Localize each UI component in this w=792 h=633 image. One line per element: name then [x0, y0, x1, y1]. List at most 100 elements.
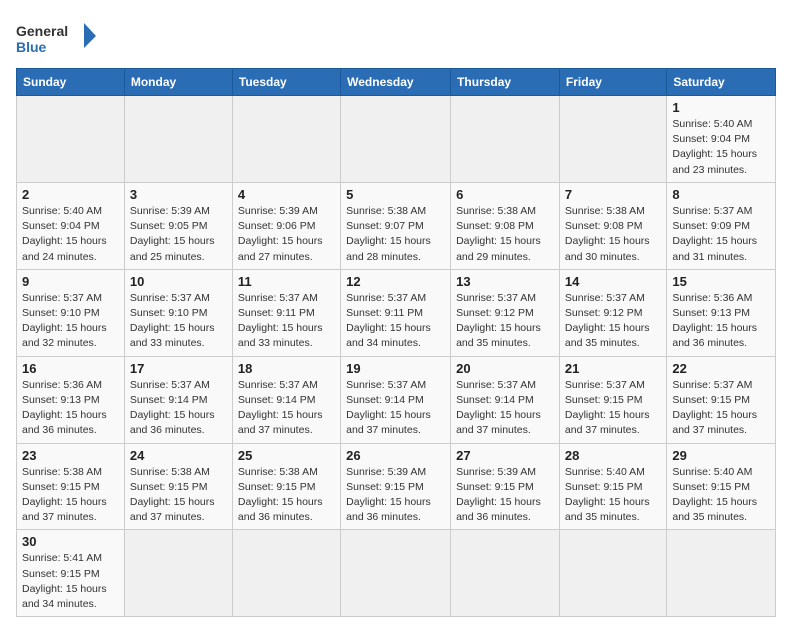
calendar-cell — [559, 530, 666, 617]
svg-text:Blue: Blue — [16, 39, 47, 55]
day-number: 23 — [22, 448, 119, 463]
calendar-cell: 7 Sunrise: 5:38 AM Sunset: 9:08 PM Daylig… — [559, 182, 666, 269]
day-info: Sunrise: 5:37 AM Sunset: 9:15 PM Dayligh… — [672, 378, 770, 439]
calendar-cell: 1 Sunrise: 5:40 AM Sunset: 9:04 PM Daylig… — [667, 96, 776, 183]
day-info: Sunrise: 5:37 AM Sunset: 9:12 PM Dayligh… — [565, 291, 661, 352]
day-info: Sunrise: 5:40 AM Sunset: 9:04 PM Dayligh… — [672, 117, 770, 178]
day-number: 3 — [130, 187, 227, 202]
day-info: Sunrise: 5:37 AM Sunset: 9:10 PM Dayligh… — [130, 291, 227, 352]
calendar-cell: 5 Sunrise: 5:38 AM Sunset: 9:07 PM Daylig… — [341, 182, 451, 269]
calendar-cell: 16Sunrise: 5:36 AM Sunset: 9:13 PM Dayli… — [17, 356, 125, 443]
day-info: Sunrise: 5:40 AM Sunset: 9:15 PM Dayligh… — [565, 465, 661, 526]
day-info: Sunrise: 5:37 AM Sunset: 9:09 PM Dayligh… — [672, 204, 770, 265]
day-info: Sunrise: 5:40 AM Sunset: 9:15 PM Dayligh… — [672, 465, 770, 526]
day-number: 26 — [346, 448, 445, 463]
day-info: Sunrise: 5:37 AM Sunset: 9:11 PM Dayligh… — [238, 291, 335, 352]
day-number: 30 — [22, 534, 119, 549]
logo-svg: General Blue — [16, 18, 96, 62]
calendar-cell: 17 Sunrise: 5:37 AM Sunset: 9:14 PM Dayli… — [124, 356, 232, 443]
day-info: Sunrise: 5:38 AM Sunset: 9:08 PM Dayligh… — [565, 204, 661, 265]
day-number: 27 — [456, 448, 554, 463]
calendar-cell — [341, 530, 451, 617]
svg-text:General: General — [16, 23, 68, 39]
calendar-cell: 9Sunrise: 5:37 AM Sunset: 9:10 PM Daylig… — [17, 269, 125, 356]
day-number: 8 — [672, 187, 770, 202]
calendar-cell: 6 Sunrise: 5:38 AM Sunset: 9:08 PM Daylig… — [451, 182, 560, 269]
day-number: 28 — [565, 448, 661, 463]
day-info: Sunrise: 5:40 AM Sunset: 9:04 PM Dayligh… — [22, 204, 119, 265]
week-row-3: 9 Sunrise: 5:37 AM Sunset: 9:10 PM Daylig… — [17, 269, 776, 356]
calendar-cell: 19 Sunrise: 5:37 AM Sunset: 9:14 PM Dayli… — [341, 356, 451, 443]
calendar-cell — [124, 530, 232, 617]
calendar-cell: 22 Sunrise: 5:37 AM Sunset: 9:15 PM Dayli… — [667, 356, 776, 443]
calendar-cell: 23 Sunrise: 5:38 AM Sunset: 9:15 PM Dayli… — [17, 443, 125, 530]
day-info: Sunrise: 5:37 AM Sunset: 9:15 PM Dayligh… — [565, 378, 661, 439]
logo: General Blue — [16, 18, 96, 62]
day-number: 15 — [672, 274, 770, 289]
day-number: 24 — [130, 448, 227, 463]
week-row-5: 23 Sunrise: 5:38 AM Sunset: 9:15 PM Dayli… — [17, 443, 776, 530]
calendar-cell — [667, 530, 776, 617]
day-number: 5 — [346, 187, 445, 202]
page-header: General Blue — [16, 10, 776, 62]
calendar-cell: 29 Sunrise: 5:40 AM Sunset: 9:15 PM Dayli… — [667, 443, 776, 530]
calendar-cell: 20Sunrise: 5:37 AM Sunset: 9:14 PM Dayli… — [451, 356, 560, 443]
day-number: 11 — [238, 274, 335, 289]
calendar-cell: 14 Sunrise: 5:37 AM Sunset: 9:12 PM Dayli… — [559, 269, 666, 356]
day-info: Sunrise: 5:37 AM Sunset: 9:14 PM Dayligh… — [346, 378, 445, 439]
week-row-2: 2 Sunrise: 5:40 AM Sunset: 9:04 PM Daylig… — [17, 182, 776, 269]
calendar-cell: 26Sunrise: 5:39 AM Sunset: 9:15 PM Dayli… — [341, 443, 451, 530]
day-number: 22 — [672, 361, 770, 376]
calendar-table: SundayMondayTuesdayWednesdayThursdayFrid… — [16, 68, 776, 617]
header-saturday: Saturday — [667, 69, 776, 96]
header-tuesday: Tuesday — [232, 69, 340, 96]
day-number: 6 — [456, 187, 554, 202]
day-number: 25 — [238, 448, 335, 463]
day-info: Sunrise: 5:37 AM Sunset: 9:14 PM Dayligh… — [130, 378, 227, 439]
calendar-cell — [232, 96, 340, 183]
day-info: Sunrise: 5:37 AM Sunset: 9:11 PM Dayligh… — [346, 291, 445, 352]
day-number: 7 — [565, 187, 661, 202]
day-info: Sunrise: 5:41 AM Sunset: 9:15 PM Dayligh… — [22, 551, 119, 612]
day-number: 14 — [565, 274, 661, 289]
day-number: 17 — [130, 361, 227, 376]
calendar-cell — [232, 530, 340, 617]
day-number: 2 — [22, 187, 119, 202]
day-number: 4 — [238, 187, 335, 202]
day-info: Sunrise: 5:38 AM Sunset: 9:08 PM Dayligh… — [456, 204, 554, 265]
day-info: Sunrise: 5:39 AM Sunset: 9:15 PM Dayligh… — [456, 465, 554, 526]
calendar-cell: 27 Sunrise: 5:39 AM Sunset: 9:15 PM Dayli… — [451, 443, 560, 530]
calendar-cell: 10 Sunrise: 5:37 AM Sunset: 9:10 PM Dayli… — [124, 269, 232, 356]
day-info: Sunrise: 5:37 AM Sunset: 9:14 PM Dayligh… — [238, 378, 335, 439]
calendar-cell: 8 Sunrise: 5:37 AM Sunset: 9:09 PM Daylig… — [667, 182, 776, 269]
days-header-row: SundayMondayTuesdayWednesdayThursdayFrid… — [17, 69, 776, 96]
day-number: 1 — [672, 100, 770, 115]
day-info: Sunrise: 5:38 AM Sunset: 9:07 PM Dayligh… — [346, 204, 445, 265]
day-number: 10 — [130, 274, 227, 289]
calendar-cell: 12Sunrise: 5:37 AM Sunset: 9:11 PM Dayli… — [341, 269, 451, 356]
day-number: 18 — [238, 361, 335, 376]
calendar-cell: 18 Sunrise: 5:37 AM Sunset: 9:14 PM Dayli… — [232, 356, 340, 443]
calendar-cell: 24Sunrise: 5:38 AM Sunset: 9:15 PM Dayli… — [124, 443, 232, 530]
day-number: 19 — [346, 361, 445, 376]
calendar-cell: 28 Sunrise: 5:40 AM Sunset: 9:15 PM Dayli… — [559, 443, 666, 530]
calendar-cell — [124, 96, 232, 183]
week-row-1: 1 Sunrise: 5:40 AM Sunset: 9:04 PM Daylig… — [17, 96, 776, 183]
day-info: Sunrise: 5:38 AM Sunset: 9:15 PM Dayligh… — [238, 465, 335, 526]
calendar-cell: 30 Sunrise: 5:41 AM Sunset: 9:15 PM Dayli… — [17, 530, 125, 617]
header-friday: Friday — [559, 69, 666, 96]
day-number: 16 — [22, 361, 119, 376]
header-monday: Monday — [124, 69, 232, 96]
header-sunday: Sunday — [17, 69, 125, 96]
day-info: Sunrise: 5:38 AM Sunset: 9:15 PM Dayligh… — [22, 465, 119, 526]
calendar-cell — [559, 96, 666, 183]
calendar-cell: 2 Sunrise: 5:40 AM Sunset: 9:04 PM Daylig… — [17, 182, 125, 269]
header-thursday: Thursday — [451, 69, 560, 96]
day-number: 9 — [22, 274, 119, 289]
calendar-cell — [341, 96, 451, 183]
day-number: 29 — [672, 448, 770, 463]
week-row-6: 30 Sunrise: 5:41 AM Sunset: 9:15 PM Dayli… — [17, 530, 776, 617]
calendar-cell: 25 Sunrise: 5:38 AM Sunset: 9:15 PM Dayli… — [232, 443, 340, 530]
week-row-4: 16Sunrise: 5:36 AM Sunset: 9:13 PM Dayli… — [17, 356, 776, 443]
day-number: 21 — [565, 361, 661, 376]
